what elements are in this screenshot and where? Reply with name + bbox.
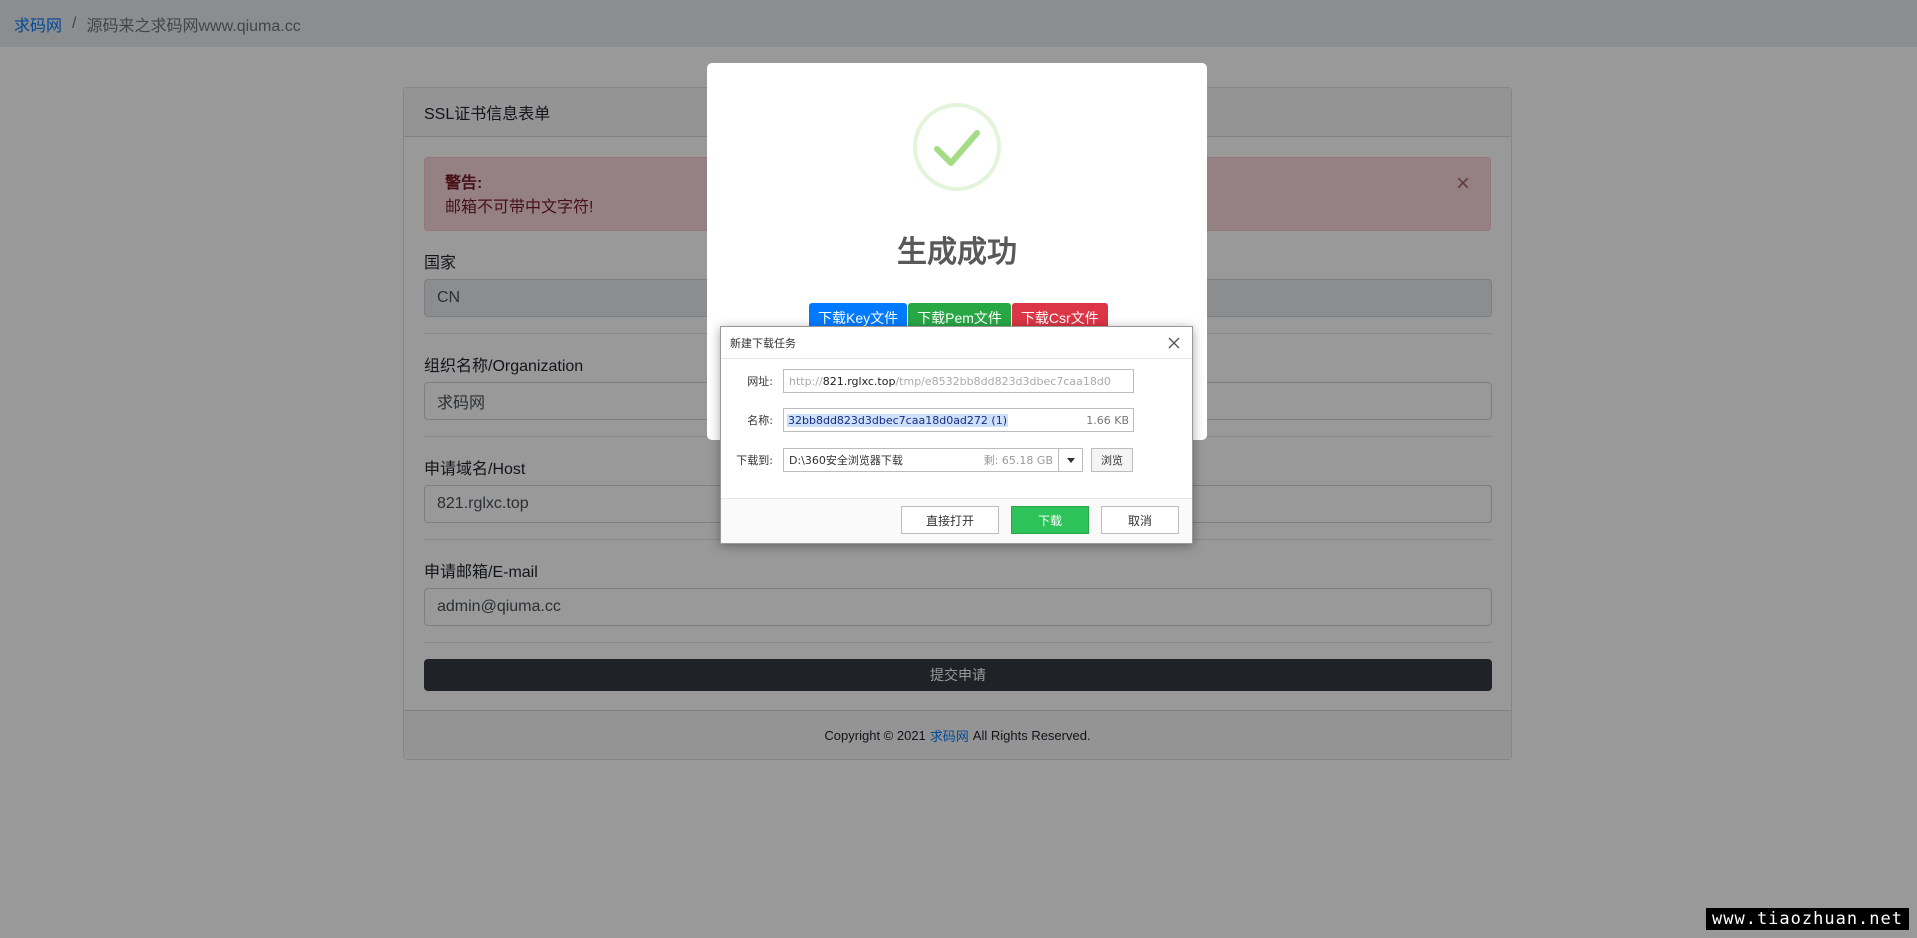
cancel-button[interactable]: 取消	[1101, 506, 1179, 534]
file-size: 1.66 KB	[1086, 413, 1129, 427]
name-label: 名称:	[747, 414, 773, 427]
filename-value: 32bb8dd823d3dbec7caa18d0ad272 (1)	[787, 413, 1008, 427]
new-download-dialog: 新建下载任务 网址: http://821.rglxc.top/tmp/e853…	[720, 326, 1193, 544]
success-check-icon	[913, 103, 1001, 191]
url-prefix: http://	[789, 374, 823, 388]
path-dropdown-button[interactable]	[1059, 448, 1083, 472]
url-path: /tmp/e8532bb8dd823d3dbec7caa18d0	[895, 374, 1111, 388]
watermark: www.tiaozhuan.net	[1706, 908, 1909, 930]
close-icon[interactable]	[1166, 335, 1182, 351]
open-directly-button[interactable]: 直接打开	[901, 506, 999, 534]
name-row: 名称: 32bb8dd823d3dbec7caa18d0ad272 (1) 1.…	[721, 408, 1134, 432]
save-path-value: D:\360安全浏览器下载	[789, 454, 903, 467]
url-label: 网址:	[747, 375, 773, 388]
free-space: 剩: 65.18 GB	[983, 454, 1053, 467]
url-input[interactable]: http://821.rglxc.top/tmp/e8532bb8dd823d3…	[783, 369, 1134, 393]
save-path-label: 下载到:	[736, 454, 773, 467]
dialog-titlebar: 新建下载任务	[721, 327, 1192, 359]
url-row: 网址: http://821.rglxc.top/tmp/e8532bb8dd8…	[721, 369, 1134, 393]
browse-button[interactable]: 浏览	[1091, 448, 1133, 472]
save-path-row: 下载到: D:\360安全浏览器下载 剩: 65.18 GB 浏览	[721, 448, 1133, 472]
modal-title: 生成成功	[897, 236, 1017, 269]
chevron-down-icon	[1066, 457, 1075, 463]
url-host: 821.rglxc.top	[822, 374, 896, 388]
download-button[interactable]: 下载	[1011, 506, 1089, 534]
filename-input[interactable]: 32bb8dd823d3dbec7caa18d0ad272 (1) 1.66 K…	[783, 408, 1134, 432]
dialog-title: 新建下载任务	[730, 336, 796, 350]
save-path-input[interactable]: D:\360安全浏览器下载 剩: 65.18 GB	[783, 448, 1059, 472]
dialog-footer: 直接打开 下载 取消	[721, 498, 1192, 543]
